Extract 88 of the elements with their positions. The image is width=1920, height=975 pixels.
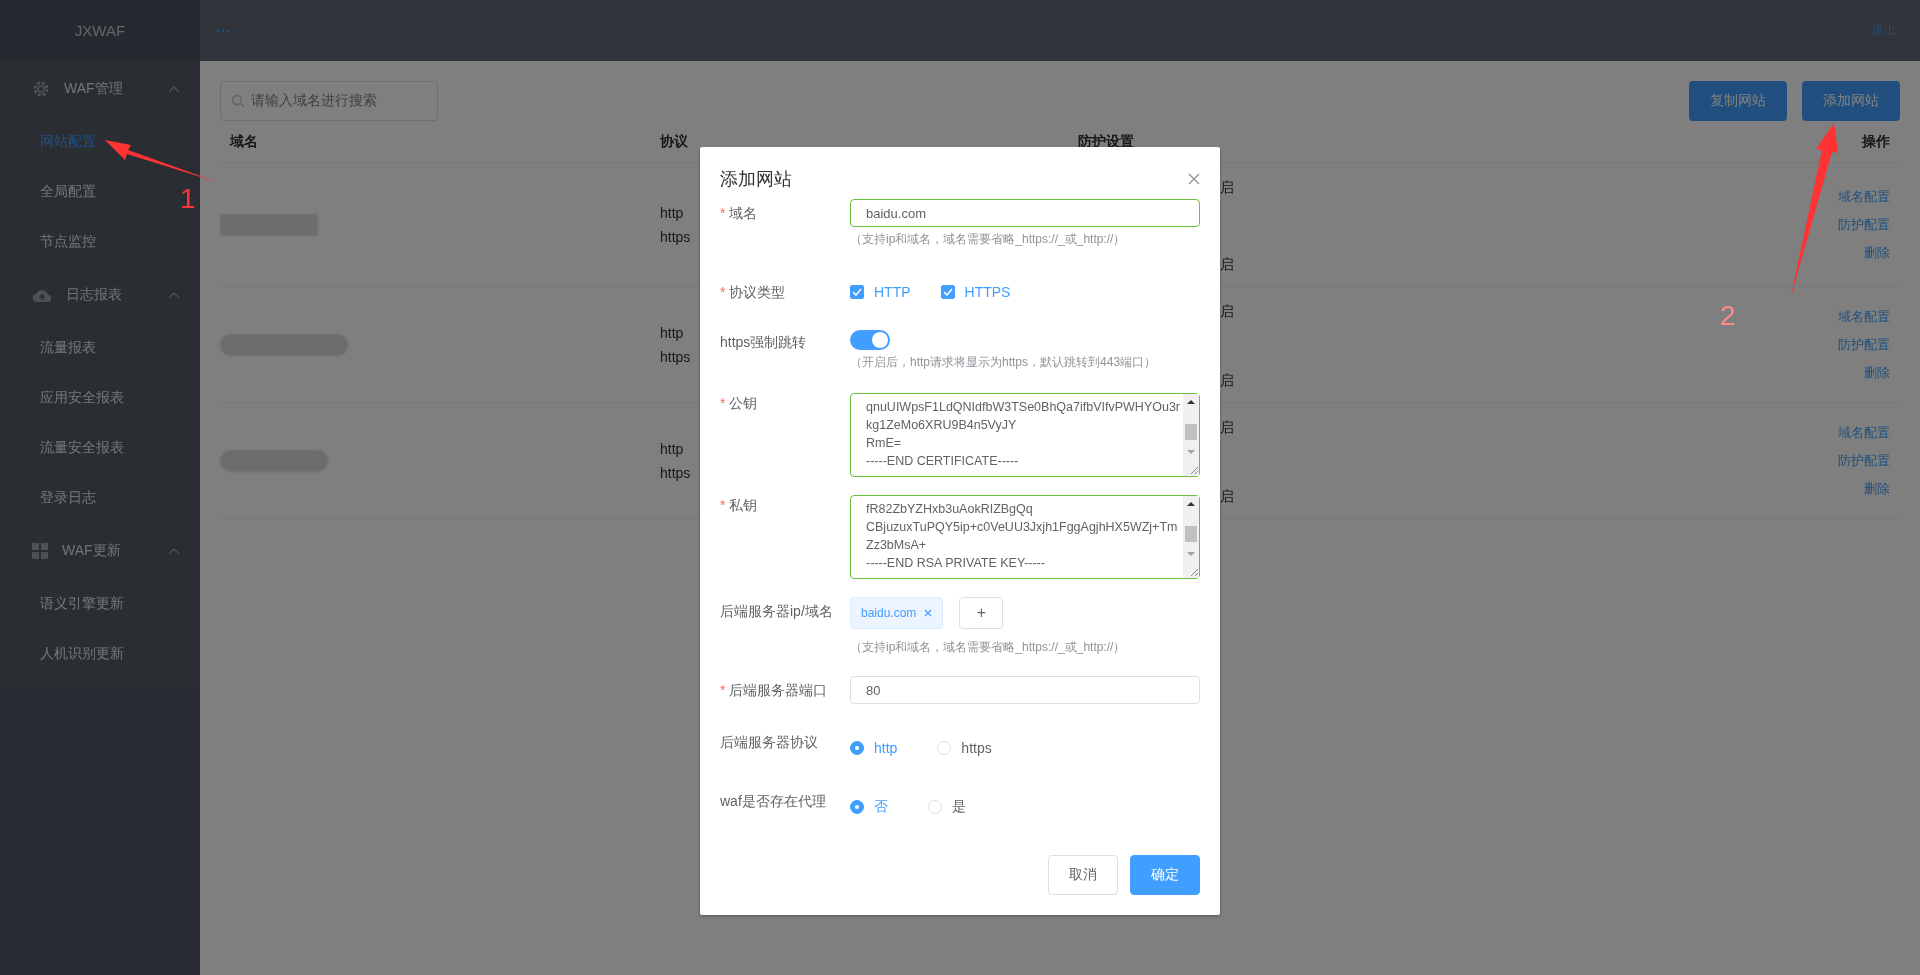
action-link[interactable]: 删除: [1864, 243, 1890, 262]
action-link[interactable]: 防护配置: [1838, 215, 1890, 234]
field-label: waf是否存在代理: [720, 792, 827, 811]
gear-icon: [32, 80, 50, 98]
protocol-text: http: [660, 324, 684, 341]
protocol-text: http: [660, 204, 684, 221]
field-label: 后端服务器ip/域名: [720, 602, 834, 621]
field-hint: （支持ip和域名，域名需要省略_https://_或_http://）: [850, 231, 1127, 248]
action-link[interactable]: 域名配置: [1838, 187, 1890, 206]
toolbar-button[interactable]: 复制网站: [1689, 81, 1787, 121]
protection-text: 启: [1220, 488, 1234, 506]
field-label: * 私钥: [720, 496, 759, 515]
grid-icon: [32, 543, 48, 559]
checkbox[interactable]: [940, 285, 955, 299]
protocol-text: http: [660, 440, 684, 457]
more-icon[interactable]: [216, 28, 230, 33]
radio-option[interactable]: 否: [850, 798, 888, 816]
field-hint: （支持ip和域名，域名需要省略_https://_或_http://）: [850, 639, 1127, 656]
menu-group-label: WAF更新: [62, 542, 122, 560]
field-label: 后端服务器协议: [720, 733, 819, 752]
field-label: * 公钥: [720, 394, 759, 413]
menu-item[interactable]: 节点监控: [0, 217, 150, 267]
protocol-text: https: [660, 348, 691, 365]
field-label: * 协议类型: [720, 283, 787, 302]
protection-text: 启: [1220, 372, 1234, 390]
menu-item[interactable]: 流量安全报表: [0, 423, 150, 473]
search-placeholder: 请输入域名进行搜索: [251, 92, 377, 110]
menu-group[interactable]: 日志报表: [0, 267, 200, 323]
action-link[interactable]: 域名配置: [1838, 423, 1890, 442]
menu-item[interactable]: 应用安全报表: [0, 373, 150, 423]
menu-group-label: 日志报表: [66, 286, 123, 304]
action-link[interactable]: 域名配置: [1838, 307, 1890, 326]
cloud-upload-icon: [32, 287, 52, 303]
menu-item[interactable]: 登录日志: [0, 473, 150, 523]
protection-text: 启: [1220, 179, 1234, 197]
protection-text: 启: [1220, 256, 1234, 274]
action-link[interactable]: 删除: [1864, 363, 1890, 382]
text-area-field[interactable]: fR82ZbYZHxb3uAokRIZBgQq CBjuzuxTuPQY5ip+c0VeUU3Jxjh1FggAgjhHX5WZj+Tm Zz3bMsA+ -----END RSA PRIVATE KEY-----: [850, 495, 1200, 579]
radio-option[interactable]: http: [850, 740, 898, 756]
text-area-field[interactable]: qnuUIWpsF1LdQNIdfbW3TSe0BhQa7ifbVIfvPWHYOu3r kg1ZeMo6XRU9B4n5VyJY RmE= -----END CERTIFICATE-----: [850, 393, 1200, 477]
annotation-number: 2: [1720, 300, 1736, 332]
field-hint: （开启后，http请求将显示为https，默认跳转到443端口）: [850, 354, 1158, 371]
radio-button[interactable]: [850, 741, 864, 755]
radio-option[interactable]: 是: [928, 798, 966, 816]
chevron-icon: [168, 85, 180, 93]
text-input-field[interactable]: baidu.com: [850, 199, 1200, 227]
chevron-icon: [168, 291, 180, 299]
menu-item[interactable]: 全局配置: [0, 167, 150, 217]
checkbox-option[interactable]: HTTPS: [940, 284, 1011, 300]
column-header: 防护设置: [1078, 132, 1134, 151]
annotation-number: 1: [180, 183, 196, 215]
close-icon[interactable]: [924, 609, 933, 617]
menu-item[interactable]: 流量报表: [0, 323, 150, 373]
protocol-text: https: [660, 464, 691, 481]
dialog-title: 添加网站: [720, 168, 792, 191]
column-header: 域名: [230, 132, 258, 151]
field-label: https强制跳转: [720, 333, 808, 352]
field-label: * 域名: [720, 204, 759, 223]
search-icon: [231, 94, 245, 108]
dialog-button[interactable]: 取消: [1048, 855, 1118, 895]
field-label: * 后端服务器端口: [720, 681, 829, 700]
text-input-field[interactable]: 80: [850, 676, 1200, 704]
toolbar-button[interactable]: 添加网站: [1802, 81, 1900, 121]
checkbox-option[interactable]: HTTP: [850, 284, 911, 300]
logout-link[interactable]: 退出: [1872, 22, 1896, 39]
action-link[interactable]: 防护配置: [1838, 451, 1890, 470]
protection-text: 启: [1220, 303, 1234, 321]
menu-group[interactable]: WAF更新: [0, 523, 200, 579]
close-icon[interactable]: [1188, 173, 1200, 185]
search-field[interactable]: 请输入域名进行搜索: [220, 81, 438, 121]
app-logo: JXWAF: [0, 0, 200, 61]
toggle-switch[interactable]: [850, 330, 890, 350]
checkbox[interactable]: [850, 285, 864, 299]
action-link[interactable]: 防护配置: [1838, 335, 1890, 354]
menu-item[interactable]: 语义引擎更新: [0, 579, 150, 629]
radio-option[interactable]: https: [937, 740, 992, 756]
column-header: 操作: [1862, 132, 1890, 151]
tag-label: baidu.com: [861, 606, 917, 620]
protection-text: 启: [1220, 419, 1234, 437]
chevron-icon: [168, 547, 180, 555]
column-header: 协议: [660, 132, 688, 151]
menu-item[interactable]: 网站配置: [0, 117, 150, 167]
protocol-text: https: [660, 228, 691, 245]
action-link[interactable]: 删除: [1864, 479, 1890, 498]
menu-item[interactable]: 人机识别更新: [0, 629, 150, 679]
radio-button[interactable]: [850, 800, 864, 814]
dialog-button[interactable]: 确定: [1130, 855, 1200, 895]
add-button[interactable]: +: [959, 597, 1004, 629]
